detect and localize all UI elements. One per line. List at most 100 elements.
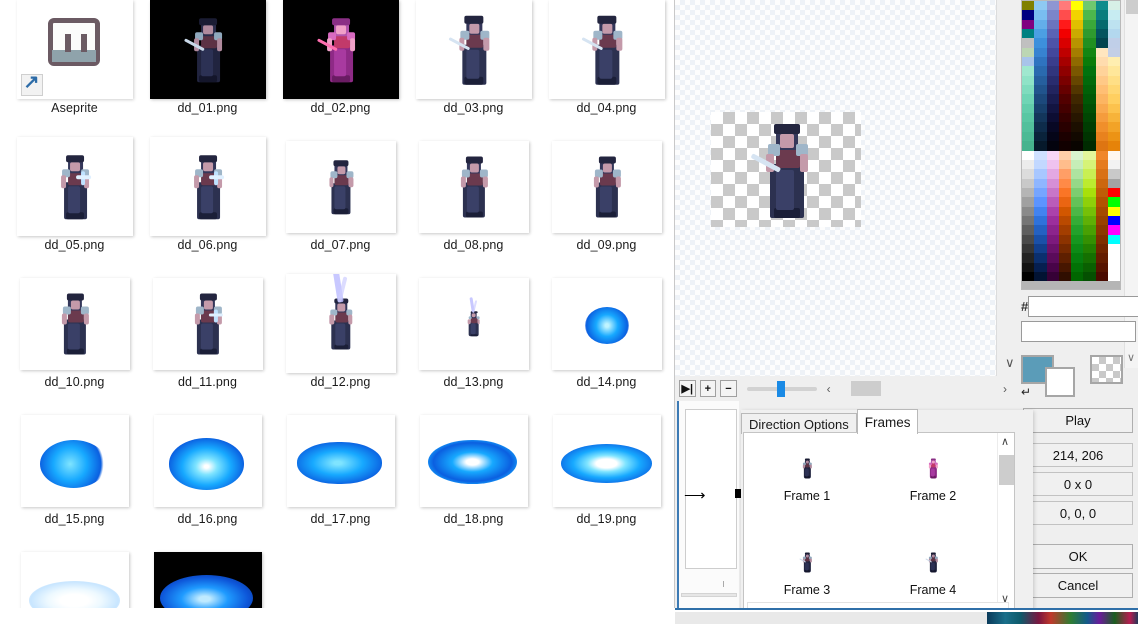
palette-swatch[interactable] (1071, 66, 1083, 75)
palette-swatch[interactable] (1096, 272, 1108, 281)
palette-swatch[interactable] (1071, 244, 1083, 253)
file-thumbnail[interactable] (416, 274, 532, 373)
zoom-in-button[interactable]: + (700, 380, 717, 397)
palette-swatch[interactable] (1071, 29, 1083, 38)
palette-swatch[interactable] (1059, 179, 1071, 188)
cancel-button[interactable]: Cancel (1023, 573, 1133, 598)
palette-swatch[interactable] (1071, 188, 1083, 197)
palette-swatch[interactable] (1022, 141, 1034, 150)
palette-swatch[interactable] (1022, 169, 1034, 178)
palette-swatch[interactable] (1083, 179, 1095, 188)
sprite-thumbnail[interactable] (420, 415, 528, 507)
palette-swatch[interactable] (1096, 141, 1108, 150)
ok-button[interactable]: OK (1023, 544, 1133, 569)
palette-swatch[interactable] (1083, 48, 1095, 57)
palette-swatch[interactable] (1071, 76, 1083, 85)
palette-swatch[interactable] (1059, 1, 1071, 10)
palette-swatch[interactable] (1071, 1, 1083, 10)
file-item[interactable]: dd_13.png (407, 274, 540, 411)
palette-swatch[interactable] (1022, 76, 1034, 85)
palette-swatch[interactable] (1083, 20, 1095, 29)
palette-swatch[interactable] (1083, 253, 1095, 262)
palette-swatch[interactable] (1071, 272, 1083, 281)
palette-swatch[interactable] (1108, 38, 1120, 47)
palette-swatch[interactable] (1059, 253, 1071, 262)
palette-swatch[interactable] (1047, 20, 1059, 29)
palette-swatch[interactable] (1059, 272, 1071, 281)
palette-swatch[interactable] (1022, 66, 1034, 75)
palette-swatch[interactable] (1022, 38, 1034, 47)
palette-swatch[interactable] (1096, 85, 1108, 94)
palette-swatch[interactable] (1083, 29, 1095, 38)
palette-swatch[interactable] (1108, 29, 1120, 38)
palette-swatch[interactable] (1108, 235, 1120, 244)
palette-swatch[interactable] (1096, 132, 1108, 141)
frames-scroll-thumb[interactable] (999, 455, 1014, 485)
palette-swatch[interactable] (1108, 94, 1120, 103)
palette-swatch[interactable] (1059, 104, 1071, 113)
palette-swatch[interactable] (1083, 38, 1095, 47)
palette-swatch[interactable] (1034, 10, 1046, 19)
palette-swatch[interactable] (1059, 244, 1071, 253)
palette-swatch[interactable] (1022, 179, 1034, 188)
palette-swatch[interactable] (1034, 122, 1046, 131)
file-thumbnail[interactable] (150, 411, 266, 510)
file-thumbnail[interactable] (17, 411, 133, 510)
palette-swatch[interactable] (1047, 29, 1059, 38)
palette-swatch[interactable] (1083, 207, 1095, 216)
play-button[interactable]: Play (1023, 408, 1133, 433)
palette-swatch[interactable] (1096, 29, 1108, 38)
file-thumbnail[interactable] (283, 0, 399, 99)
palette-swatch[interactable] (1059, 188, 1071, 197)
palette-swatch[interactable] (1108, 76, 1120, 85)
transparent-color-swatch[interactable] (1090, 355, 1123, 384)
palette-swatch[interactable] (1059, 216, 1071, 225)
sprite-thumbnail[interactable] (553, 415, 661, 507)
palette-swatch[interactable] (1034, 57, 1046, 66)
palette-swatch[interactable] (1096, 235, 1108, 244)
file-item[interactable]: Aseprite (8, 0, 141, 137)
palette-swatch[interactable] (1096, 188, 1108, 197)
file-thumbnail[interactable] (549, 0, 665, 99)
frame-thumbnail[interactable] (924, 457, 942, 479)
file-thumbnail[interactable] (17, 0, 133, 99)
palette-swatch[interactable] (1022, 132, 1034, 141)
file-item[interactable]: dd_16.png (141, 411, 274, 548)
palette-swatch[interactable] (1083, 104, 1095, 113)
file-thumbnail[interactable] (283, 137, 399, 236)
palette-swatch[interactable] (1022, 160, 1034, 169)
palette-swatch[interactable] (1096, 104, 1108, 113)
palette-swatch[interactable] (1071, 132, 1083, 141)
palette-swatch[interactable] (1083, 1, 1095, 10)
palette-swatch[interactable] (1071, 141, 1083, 150)
palette-swatch[interactable] (1034, 141, 1046, 150)
palette-swatch[interactable] (1071, 113, 1083, 122)
palette-swatch[interactable] (1022, 151, 1034, 160)
palette-swatch[interactable] (1083, 244, 1095, 253)
palette-swatch[interactable] (1096, 113, 1108, 122)
palette-swatch[interactable] (1034, 48, 1046, 57)
palette-swatch[interactable] (1047, 169, 1059, 178)
palette-swatch[interactable] (1022, 263, 1034, 272)
sprite-thumbnail[interactable] (552, 278, 662, 370)
palette-swatch[interactable] (1047, 76, 1059, 85)
palette-swatch[interactable] (1034, 38, 1046, 47)
palette-swatch[interactable] (1096, 38, 1108, 47)
palette-swatch[interactable] (1059, 141, 1071, 150)
palette-swatch[interactable] (1108, 169, 1120, 178)
palette-swatch[interactable] (1083, 66, 1095, 75)
palette-swatch[interactable] (1083, 272, 1095, 281)
sprite-thumbnail[interactable] (287, 415, 395, 507)
file-item[interactable]: dd_19.png (540, 411, 673, 548)
palette-swatch[interactable] (1108, 141, 1120, 150)
palette-swatch[interactable] (1047, 57, 1059, 66)
palette-swatch[interactable] (1059, 263, 1071, 272)
file-item[interactable]: dd_02.png (274, 0, 407, 137)
sprite-thumbnail[interactable] (21, 415, 129, 507)
palette-swatch[interactable] (1047, 188, 1059, 197)
palette-swatch[interactable] (1022, 188, 1034, 197)
palette-swatch[interactable] (1059, 66, 1071, 75)
scroll-right-icon[interactable]: › (1003, 382, 1007, 396)
palette-swatch[interactable] (1108, 113, 1120, 122)
file-thumbnail[interactable] (283, 411, 399, 510)
